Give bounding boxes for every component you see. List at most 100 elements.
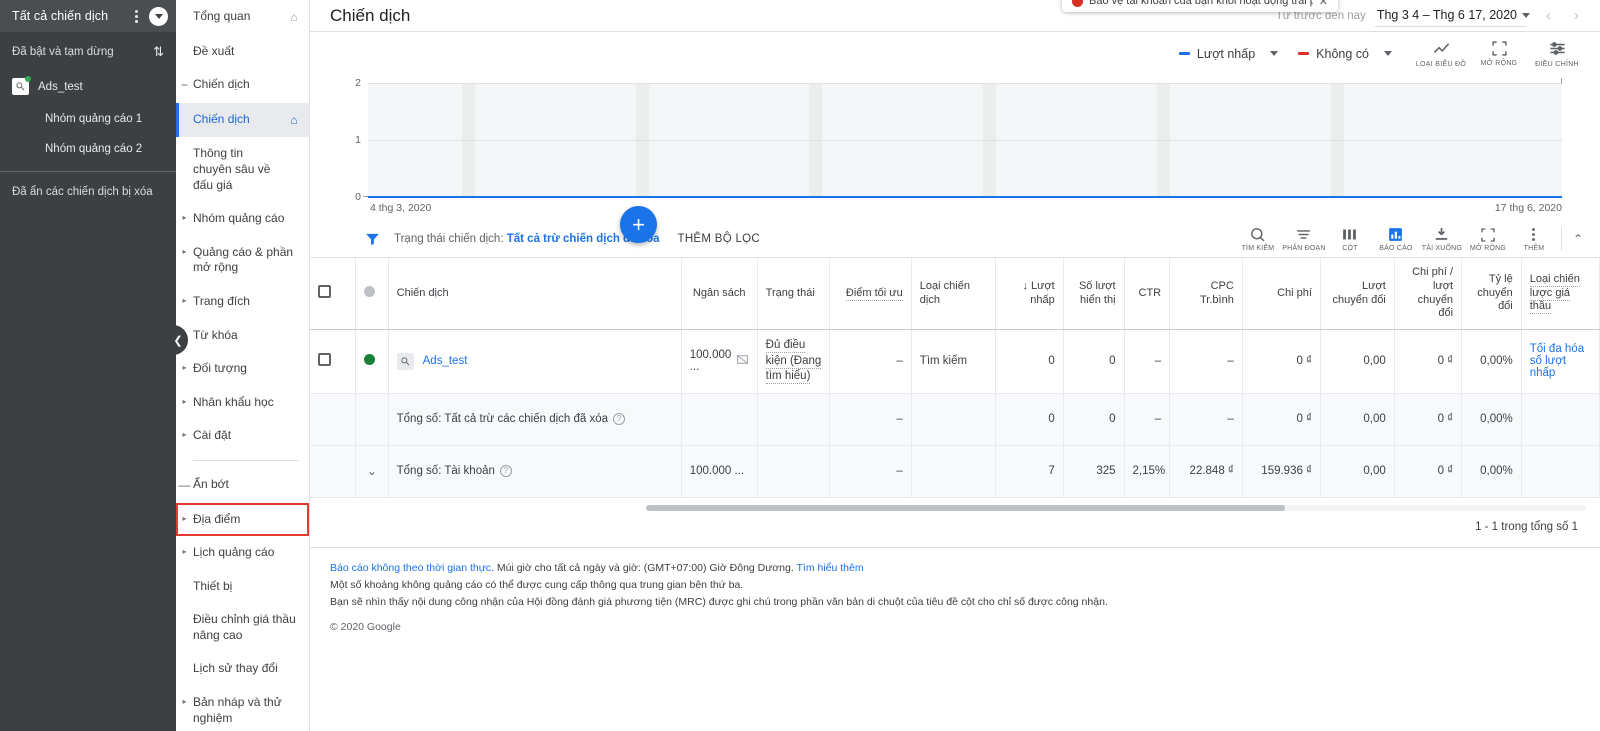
page-header: Chiến dịch Từ trước đến nay Thg 3 4 – Th…	[310, 0, 1600, 31]
total-conversions-cell: 0,00	[1320, 393, 1395, 446]
toast-message: Bảo vệ tài khoản của bạn khỏi hoạt động …	[1089, 0, 1313, 7]
chart-adjust-label: Điều chỉnh	[1535, 61, 1579, 68]
home-icon[interactable]: ⌂	[285, 112, 303, 129]
more-button[interactable]: Thêm	[1511, 226, 1557, 252]
chevron-up-icon[interactable]: ⌃	[1570, 232, 1586, 246]
column-header-conversions[interactable]: Lượt chuyển đổi	[1320, 258, 1395, 330]
chevron-down-icon[interactable]: ⌄	[367, 464, 377, 478]
chevron-down-icon[interactable]	[1522, 13, 1530, 18]
row-optscore-cell: –	[829, 329, 912, 394]
sidebar-item-nhan-khau-hoc[interactable]: ▸ Nhân khẩu học	[176, 386, 309, 420]
help-icon[interactable]: ?	[499, 465, 512, 478]
column-header-cost-per-conv[interactable]: Chi phí / lượt chuyển đổi	[1394, 258, 1463, 330]
select-all-checkbox[interactable]	[318, 284, 331, 298]
scrollbar-thumb[interactable]	[646, 504, 1286, 511]
chart-expand-button[interactable]: Mở rộng	[1470, 40, 1528, 67]
sidebar-item-label: Nhóm quảng cáo	[193, 211, 285, 226]
sidebar-item-tu-khoa[interactable]: ▸ Từ khóa	[176, 319, 309, 353]
search-button[interactable]: Tìm kiếm	[1235, 226, 1281, 252]
column-header-camptype[interactable]: Loại chiến dịch	[911, 258, 997, 330]
columns-button[interactable]: Cột	[1327, 226, 1373, 252]
sidebar-item-chien-dich[interactable]: Chiến dịch ⌂	[176, 102, 309, 138]
add-filter-button[interactable]: THÊM BỘ LỌC	[678, 233, 761, 245]
sidebar-item-dieu-chinh-gia-thau[interactable]: Điều chỉnh giá thầu nâng cao	[176, 603, 309, 652]
metric-selector-2[interactable]: Không có	[1298, 47, 1392, 61]
sidebar-item-lich-quang-cao[interactable]: ▸ Lịch quảng cáo	[176, 536, 309, 570]
account-campaign-ads-test[interactable]: Ads_test	[0, 69, 176, 104]
sort-icon[interactable]: ⇅	[153, 45, 164, 58]
home-icon[interactable]: ⌂	[285, 9, 303, 26]
sidebar-item-nhom-quang-cao[interactable]: ▸ Nhóm quảng cáo	[176, 202, 309, 236]
filter-icon[interactable]	[364, 231, 381, 248]
chevron-right-icon: ▸	[182, 430, 187, 440]
sidebar-item-quang-cao-phan-mo-rong[interactable]: ▸ Quảng cáo & phần mở rộng	[176, 236, 309, 285]
sidebar-item-ban-nhap-thu-nghiem[interactable]: ▸ Bản nháp và thử nghiệm	[176, 686, 309, 731]
total-camptype-cell	[911, 445, 997, 498]
row-camptype-cell: Tìm kiếm	[911, 329, 997, 394]
sidebar-item-dia-diem[interactable]: ▸ Địa điểm	[176, 502, 309, 537]
sidebar-item-thong-tin-dau-gia[interactable]: Thông tin chuyên sâu về đấu giá	[176, 137, 309, 202]
account-adgroup-2[interactable]: Nhóm quảng cáo 2	[0, 134, 176, 164]
download-button[interactable]: Tải xuống	[1419, 226, 1465, 252]
table-horizontal-scrollbar[interactable]	[310, 498, 1600, 511]
row-status-cell[interactable]	[355, 329, 389, 394]
column-header-clicks[interactable]: ↓ Lượt nhấp	[995, 258, 1064, 330]
total-expand-cell[interactable]: ⌄	[355, 445, 389, 498]
status-enabled-icon	[364, 354, 376, 366]
expand-button[interactable]: Mở rộng	[1465, 227, 1511, 252]
sidebar-item-lich-su-thay-doi[interactable]: Lịch sử thay đổi	[176, 652, 309, 686]
filter-chip[interactable]: Trạng thái chiến dịch: Tất cả trừ chiến …	[394, 233, 660, 245]
nav-arrow-icon	[176, 612, 193, 614]
sidebar-item-cai-dat[interactable]: ▸ Cài đặt	[176, 419, 309, 453]
chart-type-button[interactable]: Loại biểu đồ	[1412, 39, 1470, 68]
segment-label: Phân đoạn	[1282, 245, 1326, 252]
metric-selector-1[interactable]: Lượt nhấp	[1178, 47, 1279, 61]
chart-adjust-button[interactable]: Điều chỉnh	[1528, 39, 1586, 68]
help-icon[interactable]: ?	[613, 413, 626, 426]
sidebar-item-thiet-bi[interactable]: Thiết bị	[176, 570, 309, 604]
divider	[310, 546, 1600, 548]
new-campaign-button[interactable]: +	[620, 206, 657, 243]
table-row[interactable]: Ads_test 100.000 ... Đủ điều kiện (Đang …	[310, 329, 1600, 394]
sidebar-item-trang-dich[interactable]: ▸ Trang đích	[176, 285, 309, 319]
table-header-row: Chiến dịch Ngân sách Trạng thái Điểm tối…	[310, 258, 1600, 330]
column-header-ctr[interactable]: CTR	[1124, 258, 1171, 330]
column-header-budget[interactable]: Ngân sách	[681, 258, 758, 330]
chevron-down-icon[interactable]	[1270, 51, 1279, 56]
account-hidden-deleted[interactable]: Đã ẩn các chiến dịch bị xóa	[0, 179, 176, 205]
date-range-value[interactable]: Thg 3 4 – Thg 6 17, 2020	[1374, 5, 1527, 27]
footer-realtime-link[interactable]: Báo cáo không theo thời gian thực.	[330, 562, 494, 574]
close-icon[interactable]: ✕	[1319, 0, 1328, 8]
column-header-state[interactable]: Trạng thái	[757, 258, 831, 330]
footer-learn-more-link[interactable]: Tìm hiểu thêm	[797, 562, 864, 574]
sidebar-item-de-xuat[interactable]: Đề xuất	[176, 35, 309, 69]
sidebar-collapse-group[interactable]: — Ẩn bớt	[176, 468, 309, 503]
campaign-name-link[interactable]: Ads_test	[423, 355, 468, 367]
select-all-header[interactable]	[310, 258, 357, 330]
row-budget-cell[interactable]: 100.000 ...	[681, 329, 758, 394]
sidebar-item-label: Lịch sử thay đổi	[193, 661, 278, 676]
scrollbar-track[interactable]	[646, 504, 1586, 511]
chart-ytick-0: 0	[355, 191, 361, 203]
date-next-button[interactable]: ›	[1567, 7, 1586, 24]
row-select-cell[interactable]	[310, 329, 357, 394]
column-header-cpc[interactable]: CPC Tr.bình	[1169, 258, 1243, 330]
report-button[interactable]: Báo cáo	[1373, 226, 1419, 252]
column-header-cost[interactable]: Chi phí	[1242, 258, 1321, 330]
chevron-down-icon[interactable]	[1384, 51, 1392, 56]
date-prev-button[interactable]: ‹	[1539, 7, 1558, 24]
chevron-down-circle-icon[interactable]	[149, 6, 168, 26]
row-checkbox[interactable]	[318, 353, 331, 367]
column-header-impressions[interactable]: Số lượt hiển thị	[1063, 258, 1125, 330]
column-header-conv-rate[interactable]: Tỷ lệ chuyển đổi	[1461, 258, 1522, 330]
column-header-bid-strategy[interactable]: Loại chiến lược giá thầu	[1521, 258, 1600, 330]
sidebar-item-doi-tuong[interactable]: ▸ Đối tượng	[176, 352, 309, 386]
sidebar-item-tong-quan[interactable]: Tổng quan ⌂	[176, 0, 309, 35]
more-vert-icon[interactable]	[127, 9, 145, 23]
column-header-optscore[interactable]: Điểm tối ưu	[829, 258, 912, 330]
column-header-campaign[interactable]: Chiến dịch	[388, 258, 682, 330]
account-adgroup-1[interactable]: Nhóm quảng cáo 1	[0, 104, 176, 134]
bid-strategy-link[interactable]: Tối đa hóa số lượt nhấp	[1530, 343, 1584, 379]
segment-button[interactable]: Phân đoạn	[1281, 226, 1327, 252]
sidebar-group-chien-dich[interactable]: − Chiến dịch	[176, 68, 309, 103]
